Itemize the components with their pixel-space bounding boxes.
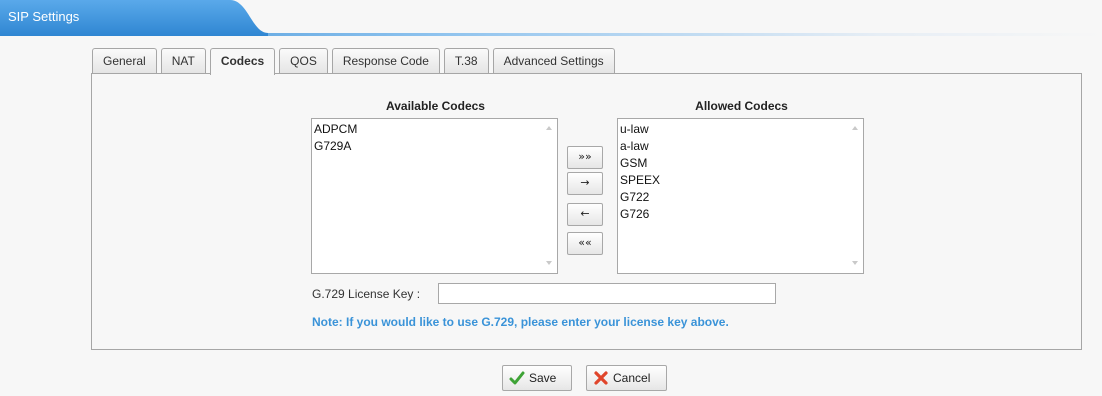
x-icon xyxy=(594,371,608,385)
move-right-button[interactable]: → xyxy=(567,172,603,195)
tab-general[interactable]: General xyxy=(92,48,157,74)
header-tab: SIP Settings xyxy=(0,0,268,36)
list-item[interactable]: u-law xyxy=(620,121,863,138)
tab-codecs[interactable]: Codecs xyxy=(209,48,276,75)
cancel-button[interactable]: Cancel xyxy=(586,365,667,391)
list-item[interactable]: GSM xyxy=(620,155,863,172)
scroll-up-icon[interactable] xyxy=(852,126,858,130)
scrollbar[interactable] xyxy=(540,119,557,272)
settings-tabs: General NAT Codecs QOS Response Code T.3… xyxy=(92,48,619,75)
list-item[interactable]: G722 xyxy=(620,189,863,206)
save-button[interactable]: Save xyxy=(502,365,572,391)
save-label: Save xyxy=(529,371,557,385)
tab-nat[interactable]: NAT xyxy=(160,48,206,74)
tab-advanced-settings[interactable]: Advanced Settings xyxy=(492,48,615,74)
scroll-down-icon[interactable] xyxy=(852,261,858,265)
page-title: SIP Settings xyxy=(8,9,80,24)
allowed-codecs-title: Allowed Codecs xyxy=(695,99,788,113)
list-item[interactable]: G729A xyxy=(314,138,557,155)
header-bar: SIP Settings xyxy=(0,0,1102,36)
available-codecs-title: Available Codecs xyxy=(386,99,485,113)
license-note: Note: If you would like to use G.729, pl… xyxy=(312,315,729,329)
scroll-up-icon[interactable] xyxy=(546,126,552,130)
cancel-label: Cancel xyxy=(613,371,651,385)
list-item[interactable]: ADPCM xyxy=(314,121,557,138)
list-item[interactable]: SPEEX xyxy=(620,172,863,189)
allowed-codecs-list[interactable]: u-law a-law GSM SPEEX G722 G726 xyxy=(617,118,864,274)
license-key-label: G.729 License Key : xyxy=(312,287,421,301)
list-item[interactable]: G726 xyxy=(620,206,863,223)
move-all-right-button[interactable]: »» xyxy=(567,146,603,169)
check-icon xyxy=(509,371,525,385)
available-codecs-list[interactable]: ADPCM G729A xyxy=(311,118,558,274)
list-item[interactable]: a-law xyxy=(620,138,863,155)
tab-qos[interactable]: QOS xyxy=(279,48,328,74)
scrollbar[interactable] xyxy=(846,119,863,272)
move-left-button[interactable]: ← xyxy=(567,203,603,226)
tab-t38[interactable]: T.38 xyxy=(443,48,489,74)
move-all-left-button[interactable]: «« xyxy=(567,232,603,255)
tab-response-code[interactable]: Response Code xyxy=(331,48,440,74)
license-key-input[interactable] xyxy=(438,283,776,304)
scroll-down-icon[interactable] xyxy=(546,261,552,265)
